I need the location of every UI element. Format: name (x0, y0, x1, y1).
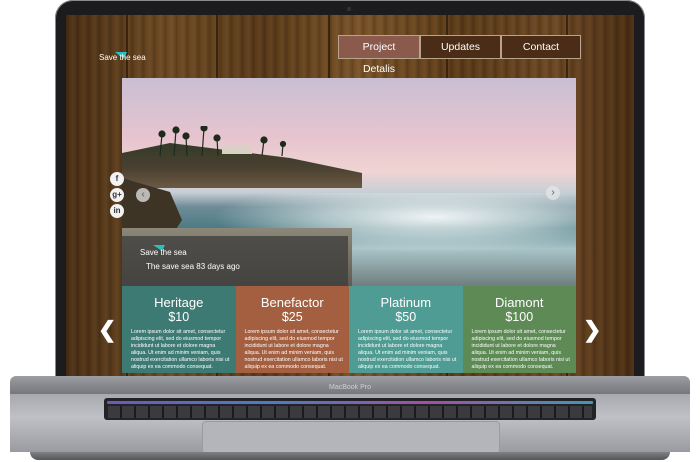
plan-card-platinum[interactable]: Platinum $50 Lorem ipsum dolor sit amet,… (349, 286, 463, 373)
plan-name: Heritage (154, 295, 204, 310)
plan-price: $25 (281, 310, 303, 324)
screen: Save the sea Project Detalis Updates Con… (66, 15, 634, 376)
plan-card-benefactor[interactable]: Benefactor $25 Lorem ipsum dolor sit ame… (235, 286, 349, 373)
base-bottom (30, 452, 670, 460)
plan-price: $10 (168, 310, 190, 324)
plans-next-arrow-icon[interactable]: ❯ (583, 317, 601, 343)
hero-image-slider: ‹ › Save the sea The save sea 83 days ag… (122, 78, 576, 286)
plan-description: Lorem ipsum dolor sit amet, consectetur … (471, 329, 570, 370)
touch-bar (107, 401, 593, 404)
plan-price: $100 (505, 310, 534, 324)
site-logo[interactable]: Save the sea (99, 53, 146, 62)
google-plus-icon[interactable]: g+ (110, 188, 124, 202)
camera (347, 7, 351, 11)
hero-next-arrow-icon[interactable]: › (546, 186, 560, 200)
linkedin-icon[interactable]: in (110, 204, 124, 218)
plan-card-heritage[interactable]: Heritage $10 Lorem ipsum dolor sit amet,… (122, 286, 236, 373)
hero-prev-arrow-icon[interactable]: ‹ (136, 188, 150, 202)
plan-price: $50 (395, 310, 417, 324)
pricing-plans: Heritage $10 Lorem ipsum dolor sit amet,… (122, 286, 576, 373)
facebook-icon[interactable]: f (110, 172, 124, 186)
keyboard-keys (108, 406, 592, 418)
hero-caption-title: Save the sea (140, 248, 187, 257)
main-nav: Project Detalis Updates Contact (338, 35, 581, 75)
nav-updates[interactable]: Updates (420, 35, 501, 59)
plan-description: Lorem ipsum dolor sit amet, consectetur … (244, 329, 343, 370)
plan-name: Benefactor (260, 295, 324, 310)
nav-contact[interactable]: Contact (501, 35, 581, 59)
plan-name: Diamont (495, 295, 544, 310)
hero-caption-box (122, 236, 348, 286)
trackpad (202, 421, 500, 454)
plan-description: Lorem ipsum dolor sit amet, consectetur … (358, 329, 457, 370)
plans-prev-arrow-icon[interactable]: ❮ (98, 317, 116, 343)
plan-card-diamont[interactable]: Diamont $100 Lorem ipsum dolor sit amet,… (462, 286, 576, 373)
device-model-label: MacBook Pro (328, 384, 372, 391)
keyboard (104, 398, 596, 420)
plan-name: Platinum (380, 295, 432, 310)
nav-project-details[interactable]: Project Detalis (338, 35, 420, 75)
palm-trees-image (158, 126, 287, 156)
hero-caption-subtitle: The save sea 83 days ago (146, 262, 240, 271)
plan-description: Lorem ipsum dolor sit amet, consectetur … (131, 329, 230, 370)
